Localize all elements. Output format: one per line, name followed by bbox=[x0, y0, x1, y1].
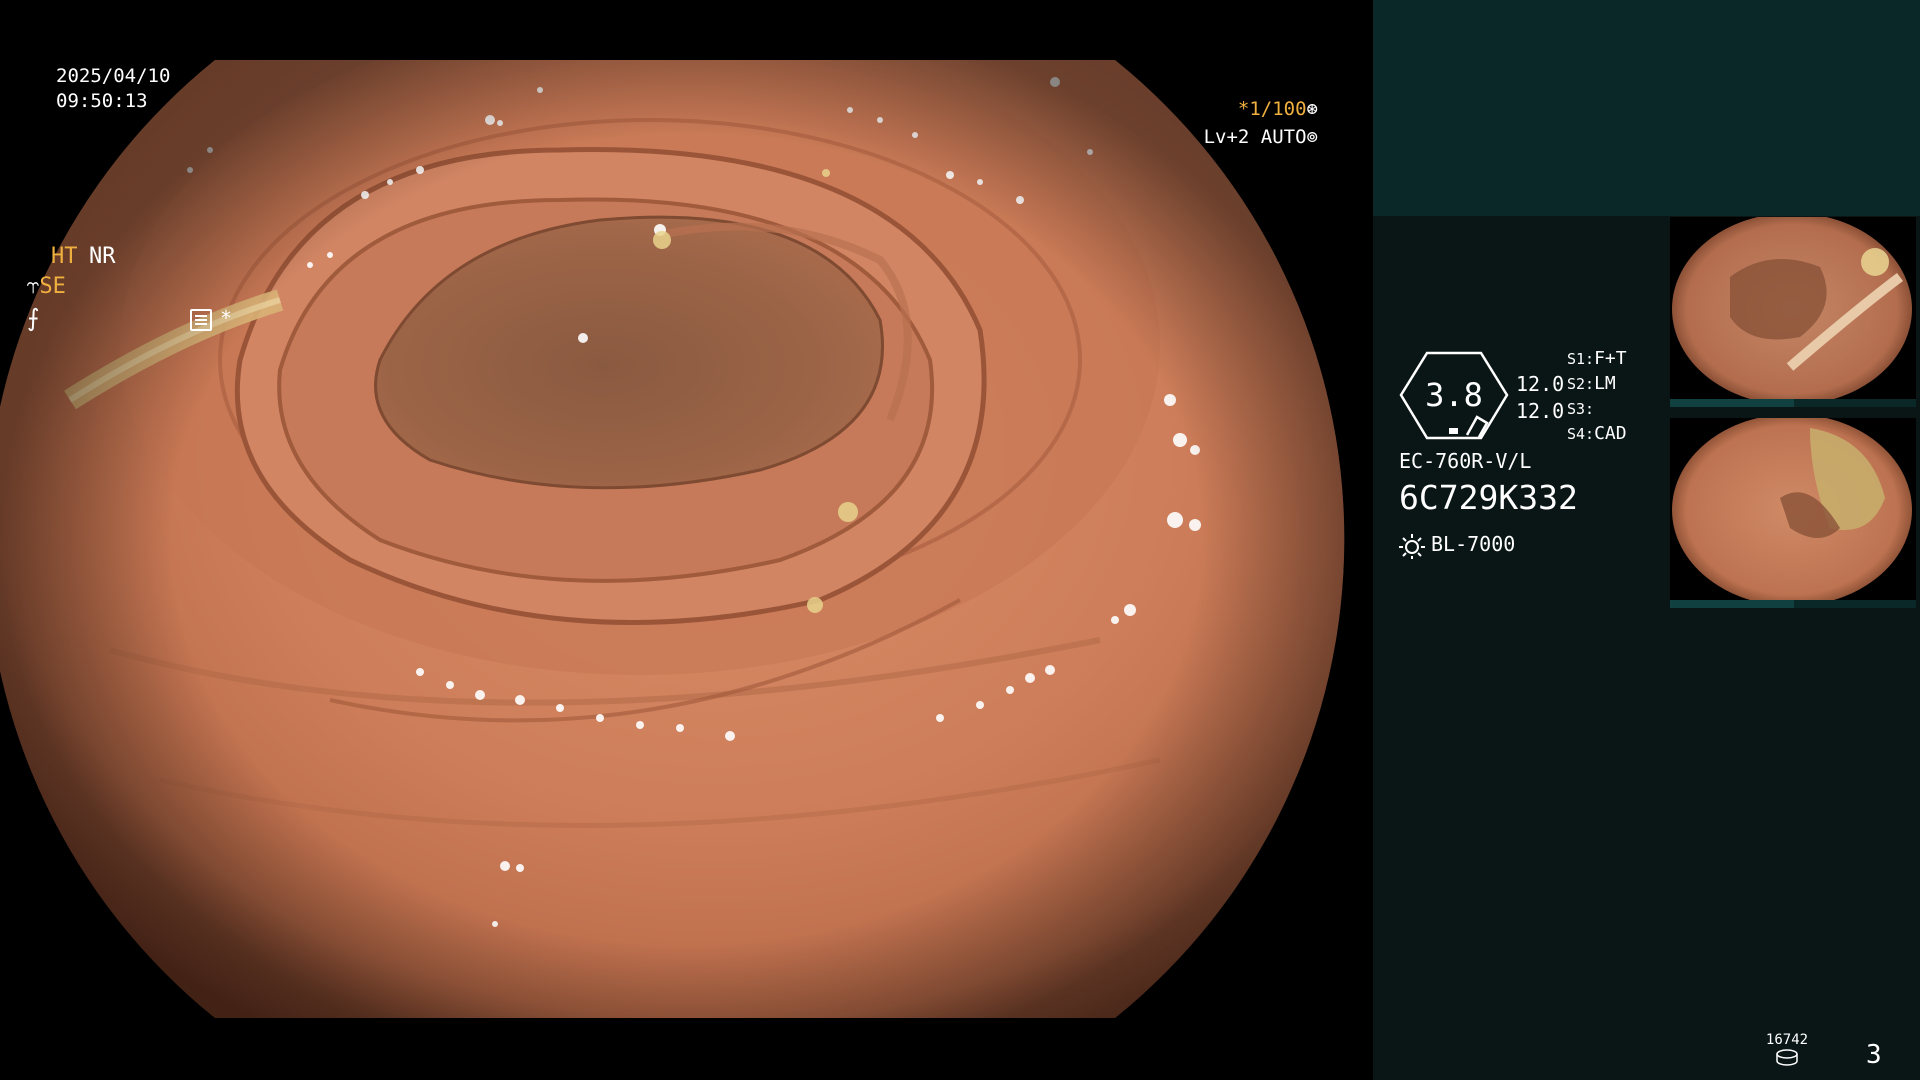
captured-thumbnail-1[interactable] bbox=[1670, 217, 1916, 407]
iris-text: Lv+2 AUTO bbox=[1203, 126, 1307, 148]
switch-key: S4: bbox=[1567, 425, 1595, 443]
thumbnail-image bbox=[1672, 418, 1912, 606]
switch-key: S1: bbox=[1567, 350, 1595, 368]
endoscope-live-view: 2025/04/10 09:50:13 *1/100⊛ Lv+2 AUTO⊚ bbox=[0, 0, 1373, 1080]
endoscopic-image bbox=[0, 60, 1345, 1018]
enhance-icon: ⨍ bbox=[27, 304, 40, 332]
storage-disk-icon bbox=[1776, 1049, 1798, 1066]
iris-icon: ⊚ bbox=[1306, 126, 1318, 148]
page-number: 3 bbox=[1866, 1040, 1882, 1070]
switch-value: LM bbox=[1594, 373, 1616, 394]
switch-key: S3: bbox=[1567, 400, 1595, 418]
nr-indicator: NR bbox=[89, 244, 116, 269]
light-source-label: BL-7000 bbox=[1431, 532, 1516, 556]
switch-key: S2: bbox=[1567, 375, 1595, 393]
switch-value: CAD bbox=[1594, 423, 1627, 444]
aperture-icon: ⊛ bbox=[1306, 98, 1318, 120]
status-icons-row: * bbox=[190, 306, 232, 331]
shutter-speed-display: *1/100⊛ bbox=[1238, 98, 1318, 120]
shutter-text: *1/100 bbox=[1237, 98, 1307, 120]
light-source-row: BL-7000 bbox=[1399, 532, 1515, 559]
star-indicator: * bbox=[220, 306, 233, 330]
zoom-setting-1: 12.0 bbox=[1516, 372, 1565, 396]
zoom-setting-2: 12.0 bbox=[1516, 399, 1565, 423]
se-indicator-row: ⥾SE bbox=[27, 274, 66, 299]
captured-thumbnail-2[interactable] bbox=[1670, 418, 1916, 608]
iris-mode-display: Lv+2 AUTO⊚ bbox=[1204, 126, 1318, 148]
thumbnail-accent bbox=[1670, 600, 1794, 608]
thumbnail-accent bbox=[1670, 399, 1794, 407]
se-label: SE bbox=[39, 274, 66, 299]
switch-row-s1: S1:F+T bbox=[1567, 348, 1627, 369]
switch-value: F+T bbox=[1594, 348, 1627, 369]
scope-model: EC-760R-V/L bbox=[1399, 449, 1532, 473]
time-text: 09:50:13 bbox=[56, 90, 148, 112]
thumbnail-image bbox=[1672, 217, 1912, 405]
scope-serial: 6C729K332 bbox=[1399, 478, 1578, 517]
zoom-value: 3.8 bbox=[1425, 376, 1483, 414]
switch-row-s3: S3: bbox=[1567, 398, 1594, 419]
date-time-display: 2025/04/10 09:50:13 bbox=[56, 64, 170, 114]
thumbnail-status-bar bbox=[1670, 600, 1916, 608]
structure-enhance-icon: ⥾ bbox=[27, 274, 40, 299]
light-source-icon bbox=[1399, 533, 1425, 559]
memo-icon bbox=[190, 308, 212, 331]
date-text: 2025/04/10 bbox=[56, 65, 171, 87]
switch-row-s2: S2:LM bbox=[1567, 373, 1616, 394]
image-counter: 16742 bbox=[1765, 1032, 1809, 1048]
thumbnail-status-bar bbox=[1670, 399, 1916, 407]
ht-indicator: HT bbox=[51, 244, 78, 269]
panel-header-area bbox=[1373, 0, 1920, 216]
switch-row-s4: S4:CAD bbox=[1567, 423, 1627, 444]
